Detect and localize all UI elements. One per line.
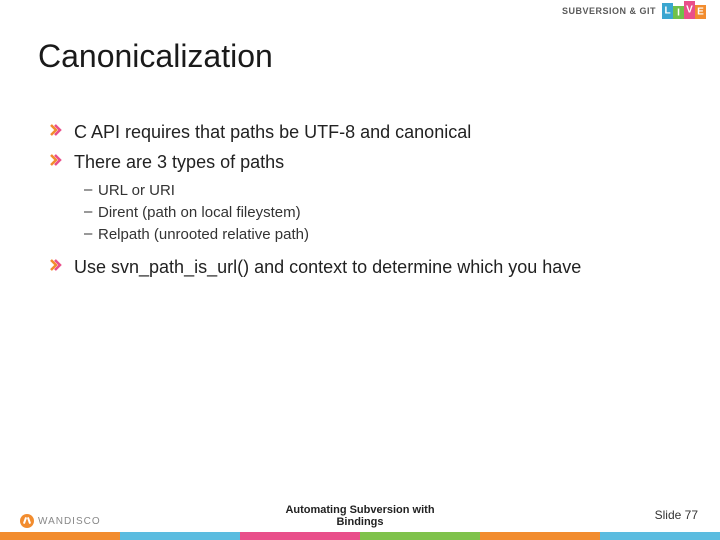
footer-title-line2: Bindings bbox=[285, 516, 434, 528]
footer-title: Automating Subversion with Bindings bbox=[285, 504, 434, 528]
sub-item: – URL or URI bbox=[84, 181, 670, 201]
bullet-text: Use svn_path_is_url() and context to det… bbox=[74, 255, 581, 279]
wandisco-mark-icon bbox=[20, 514, 34, 528]
sub-text: Dirent (path on local fileystem) bbox=[98, 203, 301, 223]
footer-title-line1: Automating Subversion with bbox=[285, 504, 434, 516]
live-letter-i-icon: I bbox=[673, 6, 684, 19]
dash-icon: – bbox=[84, 203, 98, 220]
wandisco-logo: WANDISCO bbox=[20, 514, 101, 528]
bullet-item: There are 3 types of paths bbox=[50, 150, 670, 174]
slide-body: C API requires that paths be UTF-8 and c… bbox=[50, 120, 670, 286]
sub-list: – URL or URI – Dirent (path on local fil… bbox=[84, 181, 670, 246]
bullet-item: C API requires that paths be UTF-8 and c… bbox=[50, 120, 670, 144]
chevron-icon bbox=[50, 154, 64, 168]
bullet-item: Use svn_path_is_url() and context to det… bbox=[50, 255, 670, 279]
slide-number: Slide 77 bbox=[655, 508, 698, 522]
sub-text: URL or URI bbox=[98, 181, 175, 201]
slide: SUBVERSION & GIT L I V E Canonicalizatio… bbox=[0, 0, 720, 540]
sub-item: – Dirent (path on local fileystem) bbox=[84, 203, 670, 223]
header-bar: SUBVERSION & GIT L I V E bbox=[0, 0, 720, 22]
sub-item: – Relpath (unrooted relative path) bbox=[84, 225, 670, 245]
live-logo: L I V E bbox=[662, 1, 706, 19]
footer: WANDISCO Automating Subversion with Bind… bbox=[0, 510, 720, 540]
live-letter-e-icon: E bbox=[695, 5, 706, 19]
chevron-icon bbox=[50, 124, 64, 138]
dash-icon: – bbox=[84, 225, 98, 242]
bullet-text: C API requires that paths be UTF-8 and c… bbox=[74, 120, 471, 144]
live-letter-v-icon: V bbox=[684, 1, 695, 19]
dash-icon: – bbox=[84, 181, 98, 198]
slide-title: Canonicalization bbox=[38, 38, 273, 75]
chevron-icon bbox=[50, 259, 64, 273]
live-letter-l-icon: L bbox=[662, 3, 673, 19]
wandisco-text: WANDISCO bbox=[38, 516, 101, 527]
header-tagline: SUBVERSION & GIT bbox=[562, 6, 656, 16]
bullet-text: There are 3 types of paths bbox=[74, 150, 284, 174]
sub-text: Relpath (unrooted relative path) bbox=[98, 225, 309, 245]
footer-stripes-icon bbox=[0, 532, 720, 540]
